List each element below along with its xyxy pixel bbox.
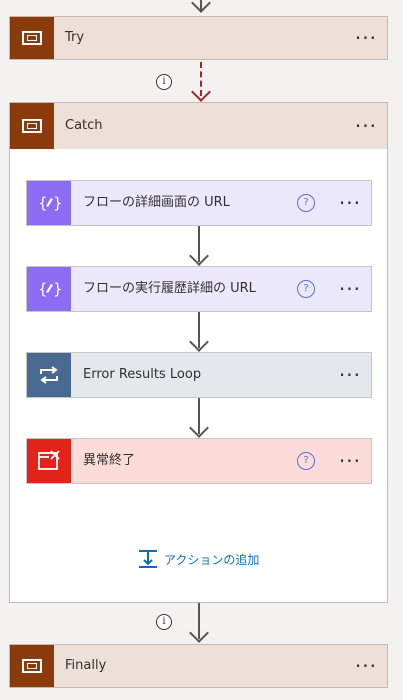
catch-scope-title: Catch xyxy=(65,118,103,133)
finally-scope-title: Finally xyxy=(65,658,107,673)
add-action-icon xyxy=(139,550,157,568)
expression-icon: { } xyxy=(38,280,61,298)
more-options-button[interactable]: ··· xyxy=(339,439,361,483)
add-action-button[interactable]: アクションの追加 xyxy=(138,548,259,570)
svg-text:}: } xyxy=(53,194,61,212)
more-options-button[interactable]: ··· xyxy=(339,181,361,225)
more-options-button[interactable]: ··· xyxy=(355,103,377,149)
terminate-icon xyxy=(38,450,60,470)
more-options-button[interactable]: ··· xyxy=(339,353,361,397)
help-icon[interactable]: ? xyxy=(297,194,315,212)
help-icon[interactable]: ? xyxy=(297,280,315,298)
badge: { } xyxy=(27,267,71,311)
add-action-label: アクションの追加 xyxy=(164,552,260,567)
scope-badge xyxy=(10,17,54,59)
scope-icon xyxy=(22,659,42,673)
more-options-button[interactable]: ··· xyxy=(355,17,377,59)
more-options-button[interactable]: ··· xyxy=(339,267,361,311)
action-card-run-history-url[interactable]: { } フローの実行履歴詳細の URL ? ··· xyxy=(26,266,372,312)
try-scope-card[interactable]: Try ··· xyxy=(9,16,388,60)
svg-text:}: } xyxy=(53,280,61,298)
badge xyxy=(27,353,71,397)
help-icon[interactable]: ? xyxy=(297,452,315,470)
badge: { } xyxy=(27,181,71,225)
action-label: 異常終了 xyxy=(83,453,136,468)
arrow-down-icon xyxy=(191,82,211,102)
action-label: フローの実行履歴詳細の URL xyxy=(83,281,256,296)
more-options-button[interactable]: ··· xyxy=(355,645,377,687)
try-scope-title: Try xyxy=(65,30,85,45)
action-card-flow-detail-url[interactable]: { } フローの詳細画面の URL ? ··· xyxy=(26,180,372,226)
action-label: フローの詳細画面の URL xyxy=(83,195,230,210)
info-icon[interactable]: i xyxy=(156,74,172,90)
loop-icon xyxy=(40,366,58,384)
badge xyxy=(27,439,71,483)
arrow-down-icon xyxy=(189,623,209,643)
scope-icon xyxy=(22,31,42,45)
catch-scope-header[interactable]: Catch ··· xyxy=(10,103,387,149)
svg-text:{: { xyxy=(38,194,48,212)
action-card-error-results-loop[interactable]: Error Results Loop ··· xyxy=(26,352,372,398)
scope-badge xyxy=(10,645,54,687)
action-label: Error Results Loop xyxy=(83,367,202,382)
scope-icon xyxy=(22,119,42,133)
expression-icon: { } xyxy=(38,194,61,212)
svg-text:{: { xyxy=(38,280,48,298)
arrow-down-icon xyxy=(191,0,211,13)
finally-scope-card[interactable]: Finally ··· xyxy=(9,644,388,688)
scope-badge xyxy=(10,103,54,149)
action-card-terminate[interactable]: 異常終了 ? ··· xyxy=(26,438,372,484)
info-icon[interactable]: i xyxy=(156,614,172,630)
